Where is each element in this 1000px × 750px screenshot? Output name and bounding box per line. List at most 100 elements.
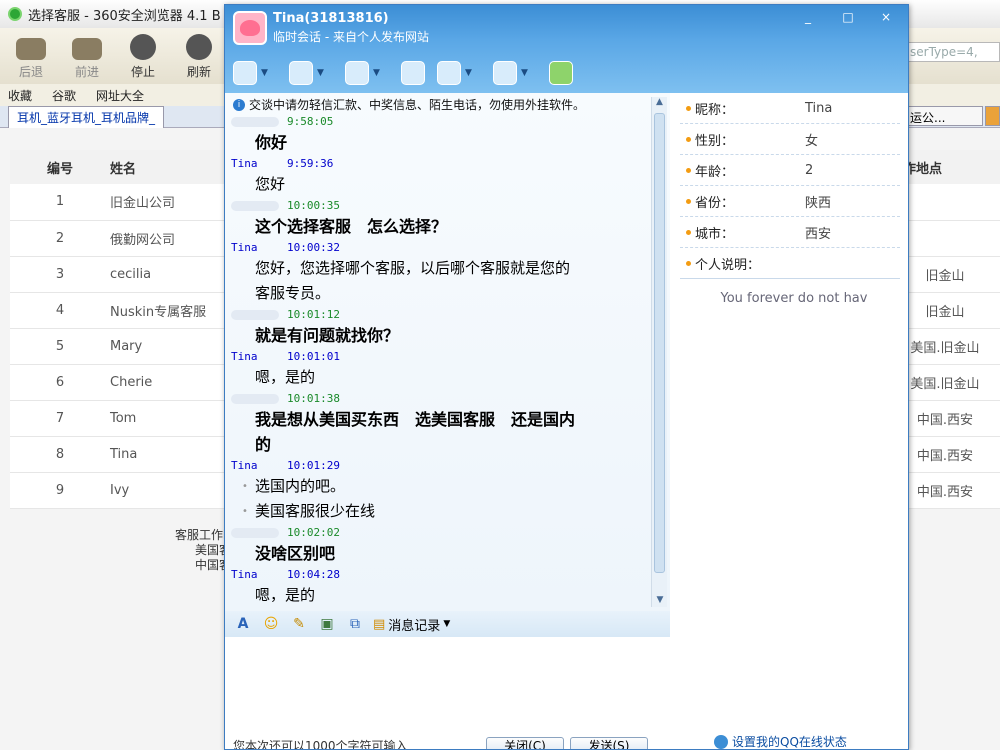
message-sender — [231, 310, 279, 320]
message-history-button[interactable]: ▤ 消息记录 ▼ — [373, 615, 450, 634]
profile-row: 昵称： Tina — [680, 93, 900, 124]
microphone-icon — [289, 61, 313, 85]
profile-list: 昵称： Tina 性别： 女年龄： 2 省份： 陕西 城市： 西安 个人说明： — [680, 93, 908, 279]
bullet-icon — [686, 136, 691, 142]
qq-session-subtitle: 临时会话 - 来自个人发布网站 — [273, 30, 429, 44]
message-time: 10:01:12 — [287, 308, 340, 321]
chat-message: Tina 10:01:01 嗯，是的 — [231, 350, 656, 390]
cell-number: 8 — [10, 436, 110, 473]
message-body: 就是有问题就找你？ — [231, 323, 656, 348]
message-line: 你好 — [255, 133, 288, 152]
scroll-down-icon[interactable]: ▼ — [652, 595, 668, 605]
scroll-up-icon[interactable]: ▲ — [652, 97, 667, 111]
close-window-button[interactable]: × — [873, 8, 899, 26]
remote-assist-button[interactable] — [401, 59, 431, 87]
message-list: 9:58:05 你好 Tina 9:59:36 您好 10:00:35 这个选择客服 怎么选… — [231, 115, 656, 610]
chat-message: 10:02:02 没啥区别吧 — [231, 526, 656, 566]
maximize-button[interactable]: □ — [835, 8, 861, 26]
add-friend-button[interactable] — [549, 59, 579, 87]
cell-number: 2 — [10, 220, 110, 257]
profile-value: 女 — [805, 133, 819, 149]
profile-row: 个人说明： — [680, 248, 900, 279]
browser-tab-edge[interactable] — [985, 106, 1000, 126]
favorites-button[interactable]: 收藏 — [8, 87, 32, 104]
message-header: Tina 10:01:29 — [231, 459, 656, 474]
browser-tab-active[interactable]: 耳机_蓝牙耳机_耳机品牌_ — [8, 105, 165, 128]
video-call-button[interactable]: ▼ — [233, 59, 283, 87]
forward-icon — [72, 38, 102, 60]
cell-number: 7 — [10, 400, 110, 437]
chat-message: 10:00:35 这个选择客服 怎么选择？ — [231, 199, 656, 239]
chevron-down-icon: ▼ — [373, 68, 380, 78]
message-sender: Tina — [231, 459, 258, 472]
monitor-icon — [401, 61, 425, 85]
favorite-google-link[interactable]: 谷歌 — [52, 87, 76, 104]
block-button[interactable]: ▼ — [493, 59, 543, 87]
chat-message: Tina 10:00:32 您好，您选择哪个客服，以后哪个客服就是您的 客服专员。 — [231, 241, 656, 306]
chat-history[interactable]: i 交谈中请勿轻信汇款、中奖信息、陌生电话，勿使用外挂软件。 9:58:05 你好… — [225, 93, 670, 611]
chat-message: Tina 9:59:36 您好 — [231, 157, 656, 197]
col-number-header: 编号 — [10, 150, 110, 184]
chat-scrollbar[interactable]: ▲ ▼ — [651, 97, 667, 607]
message-header: 10:01:12 — [231, 308, 656, 323]
avatar[interactable] — [233, 11, 267, 45]
add-icon — [549, 61, 573, 85]
address-bar[interactable]: serType=4, — [905, 42, 1000, 62]
chat-message: 9:58:05 你好 — [231, 115, 656, 155]
screenshot-icon[interactable]: ⧉ — [345, 615, 365, 633]
stop-button[interactable]: 停止 — [120, 34, 166, 80]
message-body: 你好 — [231, 130, 656, 155]
message-input[interactable] — [225, 637, 670, 737]
minimize-button[interactable]: _ — [795, 8, 821, 26]
scribble-icon[interactable]: ✎ — [289, 615, 309, 633]
message-body: 我是想从美国买东西 选美国客服 还是国内的 — [231, 407, 656, 457]
chat-message: 10:01:38 我是想从美国买东西 选美国客服 还是国内的 — [231, 392, 656, 457]
message-time: 10:00:35 — [287, 199, 340, 212]
refresh-button[interactable]: 刷新 — [176, 34, 222, 80]
image-icon[interactable]: ▣ — [317, 615, 337, 633]
profile-label: 省份： — [695, 195, 735, 211]
send-button[interactable]: 发送(S) — [570, 737, 648, 749]
message-header: 9:58:05 — [231, 115, 656, 130]
set-status-link[interactable]: 设置我的QQ在线状态 — [714, 733, 847, 749]
chat-message: Tina 10:01:29 选国内的吧。美国客服很少在线 — [231, 459, 656, 524]
scroll-thumb[interactable] — [654, 113, 665, 573]
cell-number: 3 — [10, 256, 110, 293]
send-file-button[interactable]: ▼ — [345, 59, 395, 87]
send-bar: 您本次还可以1000个字符可输入 关闭(C) 发送(S) — [225, 737, 670, 750]
forward-button[interactable]: 前进 — [64, 38, 110, 80]
message-body: 这个选择客服 怎么选择？ — [231, 214, 656, 239]
folder-icon — [345, 61, 369, 85]
profile-label: 年龄： — [695, 164, 735, 180]
browser-tab-other[interactable]: 运公... — [905, 106, 983, 126]
app-button[interactable]: ▼ — [437, 59, 487, 87]
chat-message: Tina 10:04:28 嗯，是的 — [231, 568, 656, 608]
close-button[interactable]: 关闭(C) — [486, 737, 564, 749]
chevron-down-icon: ▼ — [261, 68, 268, 78]
favorite-sites-link[interactable]: 网址大全 — [96, 87, 144, 104]
message-line: 美国客服很少在线 — [242, 499, 656, 524]
message-sender — [231, 394, 279, 404]
cell-number: 4 — [10, 292, 110, 329]
browser-title: 选择客服 - 360安全浏览器 4.1 B — [28, 8, 221, 24]
message-line: 我是想从美国买东西 选美国客服 还是国内 — [255, 410, 576, 429]
message-header: Tina 10:04:28 — [231, 568, 656, 583]
voice-call-button[interactable]: ▼ — [289, 59, 339, 87]
char-count-hint: 您本次还可以1000个字符可输入 — [233, 739, 408, 750]
emoji-icon[interactable]: ☺ — [261, 615, 281, 633]
message-time: 10:00:32 — [287, 241, 340, 254]
message-header: Tina 10:00:32 — [231, 241, 656, 256]
qq-chat-window: Tina(31813816) 临时会话 - 来自个人发布网站 _ □ × ▼ ▼… — [224, 4, 909, 750]
cell-number: 1 — [10, 184, 110, 221]
back-icon — [16, 38, 46, 60]
safety-notice: i 交谈中请勿轻信汇款、中奖信息、陌生电话，勿使用外挂软件。 — [233, 96, 585, 113]
back-button[interactable]: 后退 — [8, 38, 54, 80]
font-icon[interactable]: A — [233, 615, 253, 633]
qq-contact-title: Tina(31813816) — [273, 11, 389, 26]
message-body: 您好 — [231, 172, 656, 197]
message-time: 9:58:05 — [287, 115, 334, 128]
message-header: 10:01:38 — [231, 392, 656, 407]
message-header: 10:02:02 — [231, 526, 656, 541]
history-icon: ▤ — [373, 616, 386, 632]
message-body: 嗯，是的 — [231, 365, 656, 390]
